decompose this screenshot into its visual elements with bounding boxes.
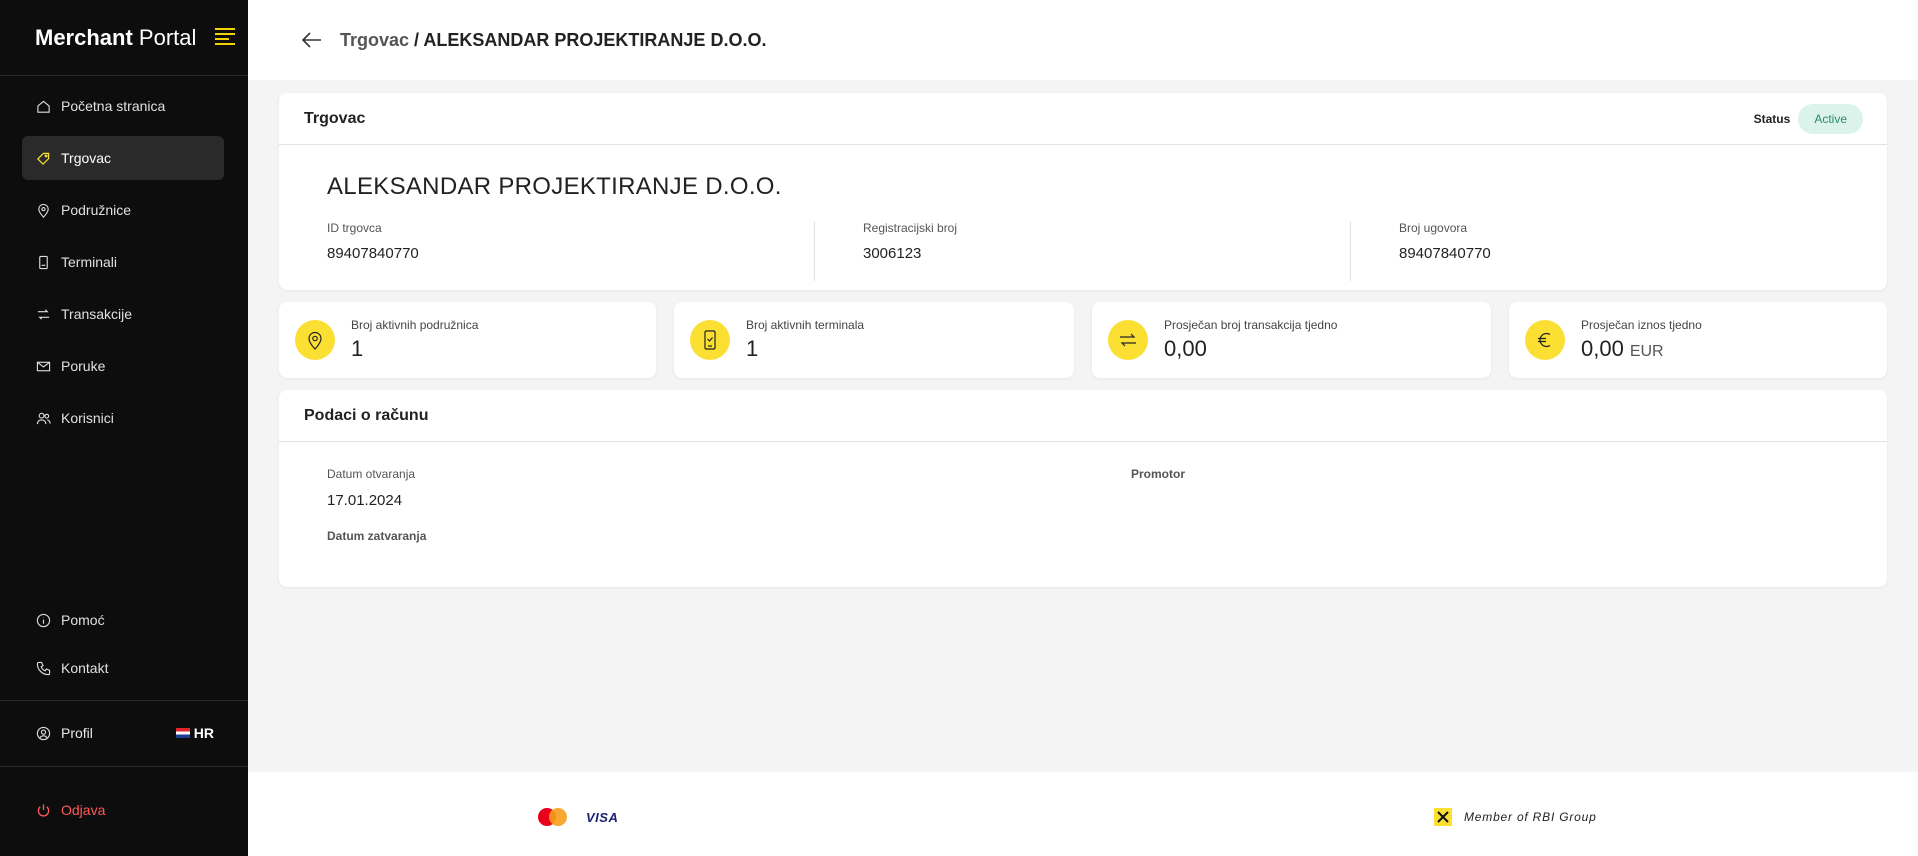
merchant-id-field: ID trgovca 89407840770 [327, 221, 419, 262]
profile-row: Profil HR [22, 713, 224, 753]
logout-button[interactable]: Odjava [22, 790, 224, 830]
sidebar-item-transactions[interactable]: Transakcije [22, 292, 224, 336]
profile-link[interactable]: Profil [61, 725, 93, 741]
rbi-member-badge: Member of RBI Group [1434, 808, 1597, 826]
field-label: ID trgovca [327, 221, 382, 235]
stat-card-terminals: Broj aktivnih terminala 1 [674, 302, 1074, 378]
breadcrumb-parent[interactable]: Trgovac [340, 30, 409, 50]
sidebar-item-label: Pomoć [61, 612, 105, 628]
sidebar-item-label: Kontakt [61, 660, 109, 676]
footer: VISA Member of RBI Group [248, 772, 1918, 856]
home-icon [37, 100, 50, 113]
sidebar-item-label: Transakcije [61, 306, 133, 322]
terminal-icon [690, 320, 730, 360]
sidebar-item-users[interactable]: Korisnici [22, 396, 224, 440]
promoter-label: Promotor [1131, 467, 1185, 481]
stat-value: 0,00 EUR [1581, 336, 1702, 362]
merchant-name: ALEKSANDAR PROJEKTIRANJE D.O.O. [327, 173, 782, 200]
stat-label: Prosječan broj transakcija tjedno [1164, 318, 1338, 332]
mastercard-logo [538, 808, 568, 826]
sidebar-item-home[interactable]: Početna stranica [22, 84, 224, 128]
closing-date-label: Datum zatvaranja [327, 529, 427, 543]
field-value: 3006123 [863, 245, 922, 262]
profile-icon [36, 726, 51, 740]
transfer-icon [37, 308, 50, 320]
stat-label: Broj aktivnih terminala [746, 318, 865, 332]
brand: Merchant Portal [0, 0, 248, 76]
breadcrumb-separator: / [414, 29, 420, 50]
opening-date-label: Datum otvaranja [327, 467, 416, 481]
stat-card-amount: Prosječan iznos tjedno 0,00 EUR [1509, 302, 1887, 378]
sidebar-item-label: Trgovac [61, 150, 112, 166]
breadcrumb: Trgovac / ALEKSANDAR PROJEKTIRANJE D.O.O… [340, 30, 766, 51]
divider [1350, 221, 1351, 281]
sidebar-item-help[interactable]: Pomoć [22, 598, 224, 642]
info-icon [36, 613, 51, 627]
sidebar-item-messages[interactable]: Poruke [22, 344, 224, 388]
field-value: 89407840770 [1399, 245, 1491, 262]
sidebar-item-branches[interactable]: Podružnice [22, 188, 224, 232]
back-arrow-icon[interactable] [300, 28, 324, 52]
status-badge: Active [1798, 103, 1863, 134]
page-header: Trgovac / ALEKSANDAR PROJEKTIRANJE D.O.O… [248, 0, 1918, 80]
field-label: Registracijski broj [863, 221, 958, 235]
sidebar-item-contact[interactable]: Kontakt [22, 646, 224, 690]
sidebar: Merchant Portal Početna stranica Trgovac… [0, 0, 248, 856]
stat-card-branches: Broj aktivnih podružnica 1 [279, 302, 656, 378]
stat-value: 1 [746, 336, 759, 361]
stat-card-transactions: Prosječan broj transakcija tjedno 0,00 [1092, 302, 1491, 378]
language-selector[interactable]: HR [175, 725, 214, 741]
status-indicator: Status Active [1753, 103, 1863, 134]
field-value: 89407840770 [327, 245, 419, 262]
stat-value: 0,00 [1164, 336, 1207, 361]
sidebar-bottom-nav: Pomoć Kontakt [22, 598, 224, 694]
card-header: Trgovac Status Active [279, 93, 1887, 145]
amount-value: 0,00 [1581, 336, 1624, 361]
opening-date-value: 17.01.2024 [327, 492, 403, 509]
sidebar-item-label: Poruke [61, 358, 106, 374]
tag-icon [37, 152, 50, 165]
language-label: HR [193, 725, 214, 741]
card-title: Trgovac [304, 109, 366, 127]
menu-toggle-icon[interactable] [215, 28, 235, 46]
stat-label: Broj aktivnih podružnica [351, 318, 479, 332]
divider [0, 700, 248, 701]
mail-icon [36, 361, 51, 371]
visa-logo: VISA [586, 810, 619, 825]
stat-label: Prosječan iznos tjedno [1581, 318, 1702, 332]
phone-icon [36, 661, 51, 675]
sidebar-item-label: Terminali [61, 254, 118, 270]
field-label: Broj ugovora [1399, 221, 1468, 235]
location-icon [295, 320, 335, 360]
contract-number-field: Broj ugovora 89407840770 [1399, 221, 1491, 262]
account-card: Podaci o računu Datum otvaranja 17.01.20… [279, 390, 1887, 587]
euro-icon [1525, 320, 1565, 360]
registration-number-field: Registracijski broj 3006123 [863, 221, 957, 262]
page-title: ALEKSANDAR PROJEKTIRANJE D.O.O. [423, 29, 767, 50]
sidebar-item-merchant[interactable]: Trgovac [22, 136, 224, 180]
card-title: Podaci o računu [304, 406, 429, 424]
status-label: Status [1753, 111, 1791, 126]
raiffeisen-logo-icon [1434, 808, 1452, 826]
sidebar-item-terminals[interactable]: Terminali [22, 240, 224, 284]
merchant-card: Trgovac Status Active ALEKSANDAR PROJEKT… [279, 93, 1887, 290]
card-header: Podaci o računu [279, 390, 1887, 442]
users-icon [36, 412, 51, 424]
terminal-icon [39, 255, 48, 269]
stat-value: 1 [351, 336, 364, 361]
power-icon [37, 803, 50, 817]
sidebar-nav: Početna stranica Trgovac Podružnice Term… [22, 84, 224, 448]
rbi-text: Member of RBI Group [1464, 810, 1597, 824]
sidebar-item-label: Korisnici [61, 410, 114, 426]
divider [0, 766, 248, 767]
brand-logo[interactable]: Merchant Portal [35, 25, 196, 51]
sidebar-item-label: Početna stranica [61, 98, 166, 114]
sidebar-item-label: Podružnice [61, 202, 132, 218]
croatia-flag-icon [175, 728, 190, 738]
transfer-icon [1108, 320, 1148, 360]
logout-label: Odjava [61, 802, 106, 818]
location-icon [38, 203, 49, 218]
divider [814, 221, 815, 281]
currency-unit: EUR [1629, 343, 1664, 360]
